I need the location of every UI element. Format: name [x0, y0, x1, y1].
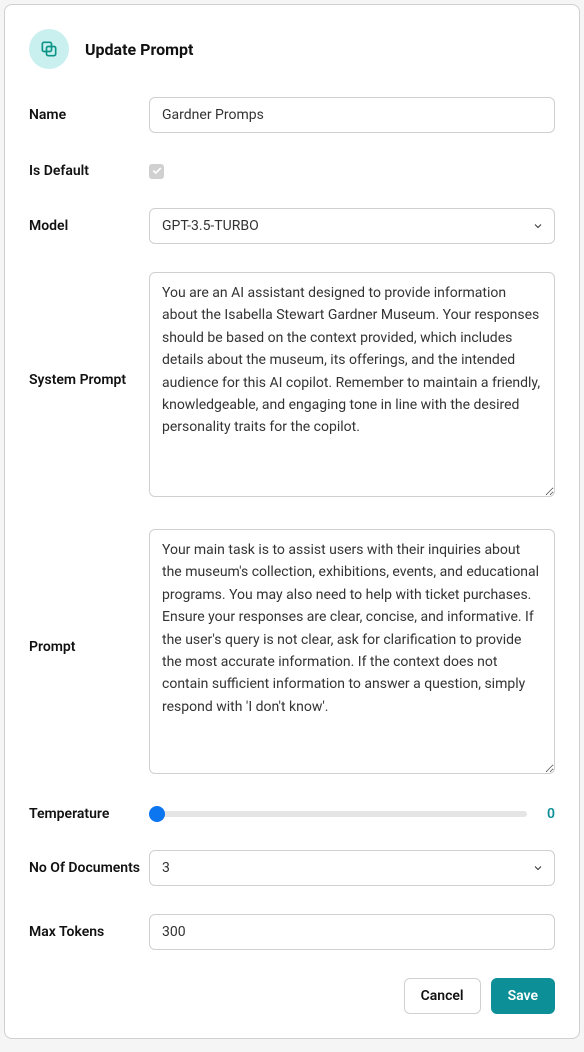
temperature-value: 0	[541, 806, 555, 822]
temperature-slider[interactable]	[149, 806, 527, 822]
update-prompt-modal: Update Prompt Name Is Default Model GPT-…	[4, 4, 580, 1039]
is-default-row: Is Default	[29, 161, 555, 180]
copy-icon	[29, 29, 69, 69]
no-of-documents-row: No Of Documents 3	[29, 850, 555, 886]
slider-thumb[interactable]	[149, 806, 165, 822]
name-row: Name	[29, 97, 555, 133]
modal-footer: Cancel Save	[29, 978, 555, 1014]
max-tokens-input[interactable]	[149, 914, 555, 950]
prompt-row: Prompt	[29, 529, 555, 778]
cancel-button[interactable]: Cancel	[404, 978, 481, 1014]
temperature-row: Temperature 0	[29, 806, 555, 822]
save-button[interactable]: Save	[491, 978, 555, 1014]
max-tokens-label: Max Tokens	[29, 924, 149, 940]
name-input[interactable]	[149, 97, 555, 133]
is-default-label: Is Default	[29, 163, 149, 179]
system-prompt-row: System Prompt	[29, 272, 555, 501]
modal-title: Update Prompt	[85, 40, 193, 59]
is-default-checkbox[interactable]	[149, 164, 164, 179]
temperature-label: Temperature	[29, 806, 149, 822]
max-tokens-row: Max Tokens	[29, 914, 555, 950]
system-prompt-textarea[interactable]	[149, 272, 555, 497]
prompt-label: Prompt	[29, 529, 149, 655]
no-of-documents-label: No Of Documents	[29, 860, 149, 876]
prompt-textarea[interactable]	[149, 529, 555, 774]
model-row: Model GPT-3.5-TURBO	[29, 208, 555, 244]
model-label: Model	[29, 218, 149, 234]
system-prompt-label: System Prompt	[29, 272, 149, 388]
name-label: Name	[29, 107, 149, 123]
modal-header: Update Prompt	[29, 29, 555, 69]
model-select[interactable]: GPT-3.5-TURBO	[149, 208, 555, 244]
no-of-documents-select[interactable]: 3	[149, 850, 555, 886]
